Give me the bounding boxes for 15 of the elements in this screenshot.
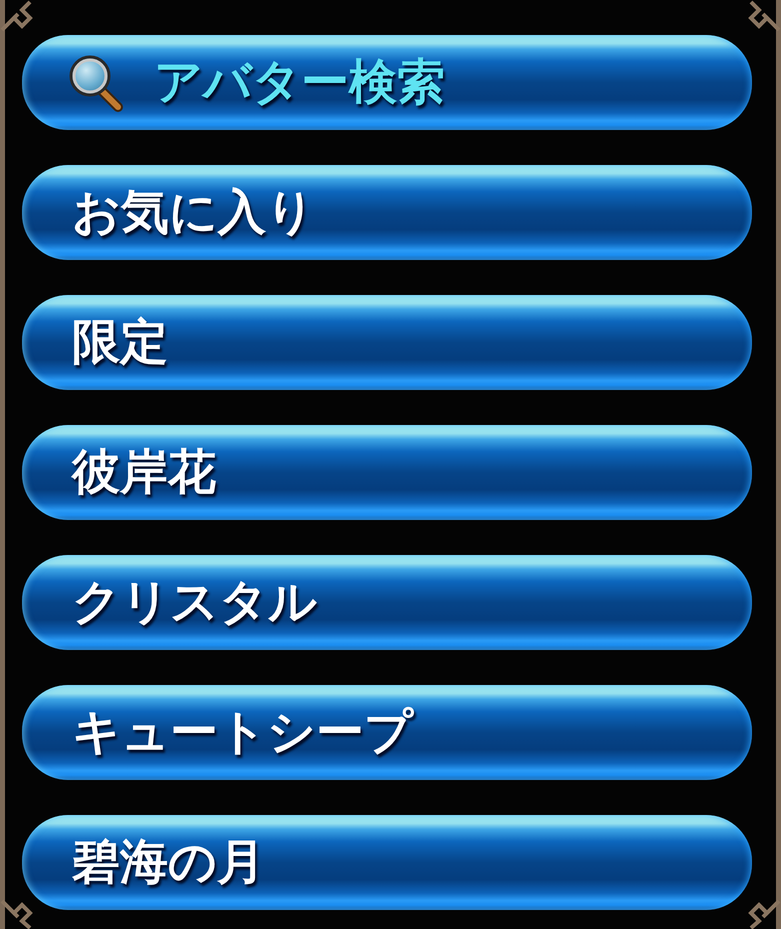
menu-label: 碧海の月 (72, 838, 265, 886)
menu-label: 限定 (72, 318, 168, 366)
menu-label: お気に入り (72, 188, 315, 236)
menu-button[interactable]: キュートシープ (22, 685, 752, 780)
menu-label: キュートシープ (72, 708, 413, 756)
menu-button[interactable]: クリスタル (22, 555, 752, 650)
menu-label: 彼岸花 (72, 448, 216, 496)
menu-button[interactable]: 碧海の月 (22, 815, 752, 910)
menu-button[interactable]: アバター検索 (22, 35, 752, 130)
search-icon (68, 54, 124, 112)
menu-label: クリスタル (72, 578, 317, 626)
menu-label: アバター検索 (154, 58, 445, 106)
menu-button[interactable]: お気に入り (22, 165, 752, 260)
menu-button[interactable]: 限定 (22, 295, 752, 390)
menu-button[interactable]: 彼岸花 (22, 425, 752, 520)
